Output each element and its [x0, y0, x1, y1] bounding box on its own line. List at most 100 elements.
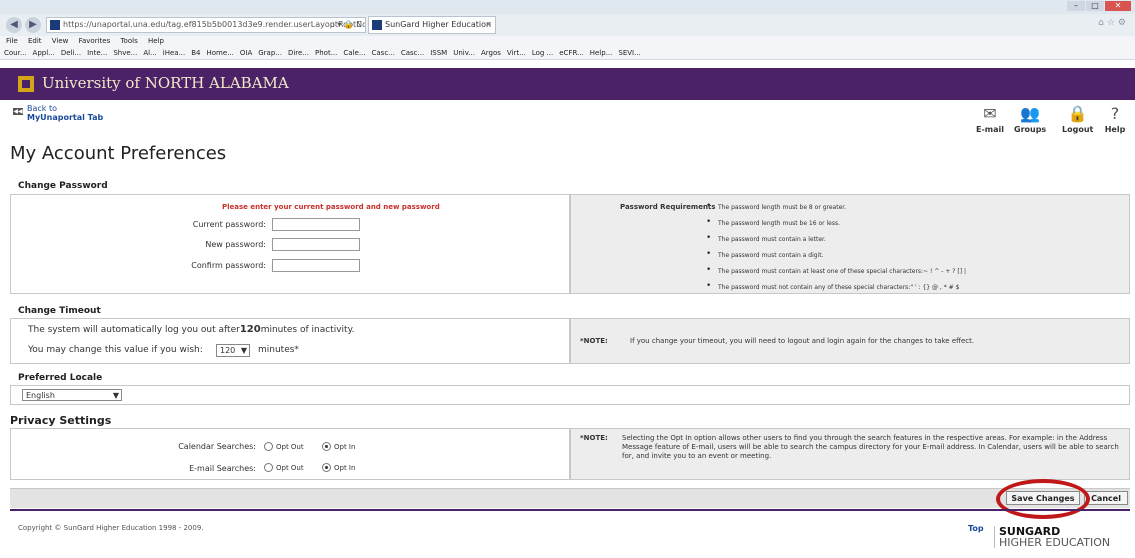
calendar-opt-out-radio[interactable] — [264, 442, 273, 451]
sungard-logo: SUNGARD HIGHER EDUCATION — [994, 526, 1110, 548]
favorite-item[interactable]: SEVI... — [618, 49, 640, 57]
topnav-help[interactable]: ? Help — [1104, 104, 1126, 134]
forward-arrow-icon[interactable]: ▶ — [25, 17, 41, 33]
minimize-icon[interactable]: – — [1067, 1, 1085, 11]
menu-help[interactable]: Help — [148, 37, 164, 45]
calendar-opt-out-label: Opt Out — [276, 443, 304, 451]
favorite-item[interactable]: Virt... — [507, 49, 526, 57]
menu-edit[interactable]: Edit — [28, 37, 42, 45]
timeout-change-label: You may change this value if you wish: — [28, 345, 203, 355]
favorite-item[interactable]: Shve... — [113, 49, 137, 57]
topnav-help-label: Help — [1104, 125, 1126, 134]
groups-icon: 👥 — [1020, 104, 1041, 123]
favorites-bar: Cour... Appl... Deli... Inte... Shve... Al...… — [0, 47, 1135, 60]
topnav-groups[interactable]: 👥 Groups — [1014, 104, 1046, 134]
topnav-logout-label: Logout — [1062, 125, 1094, 134]
topnav-email-label: E-mail — [976, 125, 1005, 134]
requirement-text: The password must contain a letter. — [718, 236, 826, 243]
timeout-select[interactable]: 120 ▼ — [216, 344, 250, 357]
requirement-item: • The password length must be 8 or greate… — [706, 201, 847, 211]
favorite-item[interactable]: Inte... — [87, 49, 107, 57]
site-favicon-icon — [50, 20, 60, 30]
back-to-tab-link[interactable]: Back to MyUnaportal Tab — [27, 104, 103, 122]
timeout-note-text: If you change your timeout, you will nee… — [630, 337, 975, 345]
requirement-item: • The password must contain a digit. — [706, 249, 824, 259]
privacy-panel — [10, 428, 570, 480]
favorite-item[interactable]: Phot... — [315, 49, 337, 57]
favorite-item[interactable]: B4 — [191, 49, 200, 57]
browser-tab[interactable]: SunGard Higher Education ✕ — [368, 16, 496, 34]
password-requirements-title: Password Requirements — [620, 203, 716, 211]
favorite-item[interactable]: Argos — [481, 49, 501, 57]
menu-favorites[interactable]: Favorites — [79, 37, 111, 45]
timeout-minutes-suffix: minutes* — [258, 345, 299, 355]
menu-view[interactable]: View — [52, 37, 69, 45]
chevron-down-icon: ▼ — [112, 391, 119, 400]
help-icon: ? — [1110, 104, 1120, 123]
favorite-item[interactable]: Log ... — [532, 49, 553, 57]
highlight-circle — [996, 479, 1090, 519]
topnav-email[interactable]: ✉ E-mail — [976, 104, 1004, 134]
back-arrow-icon[interactable]: ◀ — [6, 17, 22, 33]
favorite-item[interactable]: Grap... — [258, 49, 282, 57]
locale-select[interactable]: English ▼ — [22, 389, 122, 401]
new-password-label: New password: — [205, 240, 266, 249]
favorite-item[interactable]: Al... — [143, 49, 156, 57]
email-searches-label: E-mail Searches: — [189, 464, 256, 473]
settings-gear-icon[interactable]: ⚙ — [1118, 18, 1129, 28]
home-icon[interactable]: ⌂ — [1098, 18, 1107, 28]
favorite-item[interactable]: Casc... — [401, 49, 424, 57]
locale-panel — [10, 385, 1130, 405]
favorite-item[interactable]: Cour... — [4, 49, 27, 57]
tab-close-icon[interactable]: ✕ — [485, 17, 492, 33]
maximize-icon[interactable]: □ — [1086, 1, 1104, 11]
confirm-password-input[interactable] — [272, 259, 360, 272]
footer-divider — [10, 509, 1130, 511]
preferred-locale-title: Preferred Locale — [18, 373, 103, 383]
favorite-item[interactable]: Cale... — [343, 49, 365, 57]
email-opt-out-radio[interactable] — [264, 463, 273, 472]
menu-tools[interactable]: Tools — [120, 37, 137, 45]
copyright-text: Copyright © SunGard Higher Education 199… — [18, 524, 204, 532]
menu-file[interactable]: File — [6, 37, 18, 45]
favorite-item[interactable]: Univ... — [453, 49, 475, 57]
browser-menubar: File Edit View Favorites Tools Help — [0, 36, 1135, 47]
favorite-item[interactable]: Deli... — [61, 49, 81, 57]
address-controls[interactable]: ρ ▾ 🔒 C — [330, 18, 362, 32]
favorite-item[interactable]: OIA — [240, 49, 252, 57]
star-icon[interactable]: ☆ — [1107, 18, 1118, 28]
favorite-item[interactable]: Appl... — [33, 49, 55, 57]
email-opt-in-radio[interactable] — [322, 463, 331, 472]
favorite-item[interactable]: Home... — [207, 49, 234, 57]
back-arrows-icon[interactable]: ◀◀ — [13, 108, 23, 115]
privacy-note-label: *NOTE: — [580, 434, 608, 442]
chevron-down-icon: ▼ — [240, 346, 247, 355]
favorite-item[interactable]: ISSM — [430, 49, 447, 57]
topnav-logout[interactable]: 🔒 Logout — [1062, 104, 1093, 134]
timeout-minutes: 120 — [239, 324, 261, 335]
window-controls: – □ ✕ — [1067, 1, 1131, 11]
action-bar — [10, 488, 1130, 508]
calendar-opt-in-radio[interactable] — [322, 442, 331, 451]
tab-favicon-icon — [372, 20, 382, 30]
favorite-item[interactable]: eCFR... — [559, 49, 584, 57]
university-header: University of NORTH ALABAMA — [0, 68, 1135, 100]
page-title: My Account Preferences — [10, 143, 227, 164]
change-timeout-title: Change Timeout — [18, 306, 101, 316]
cancel-button[interactable]: Cancel — [1084, 491, 1128, 505]
favorite-item[interactable]: Help... — [590, 49, 613, 57]
address-bar[interactable]: https://unaportal.una.edu/tag.ef815b5b00… — [46, 17, 366, 33]
close-icon[interactable]: ✕ — [1105, 1, 1131, 11]
calendar-searches-label: Calendar Searches: — [178, 442, 256, 451]
top-link[interactable]: Top — [968, 524, 984, 533]
logout-icon: 🔒 — [1067, 104, 1088, 123]
tab-title: SunGard Higher Education — [385, 20, 492, 29]
current-password-input[interactable] — [272, 218, 360, 231]
favorite-item[interactable]: Dire... — [288, 49, 309, 57]
favorite-item[interactable]: Casc... — [372, 49, 395, 57]
back-link-line1: Back to — [27, 104, 57, 113]
new-password-input[interactable] — [272, 238, 360, 251]
browser-navbar: ◀ ▶ https://unaportal.una.edu/tag.ef815b… — [0, 14, 1135, 36]
privacy-settings-title: Privacy Settings — [10, 414, 112, 427]
favorite-item[interactable]: iHea... — [163, 49, 185, 57]
